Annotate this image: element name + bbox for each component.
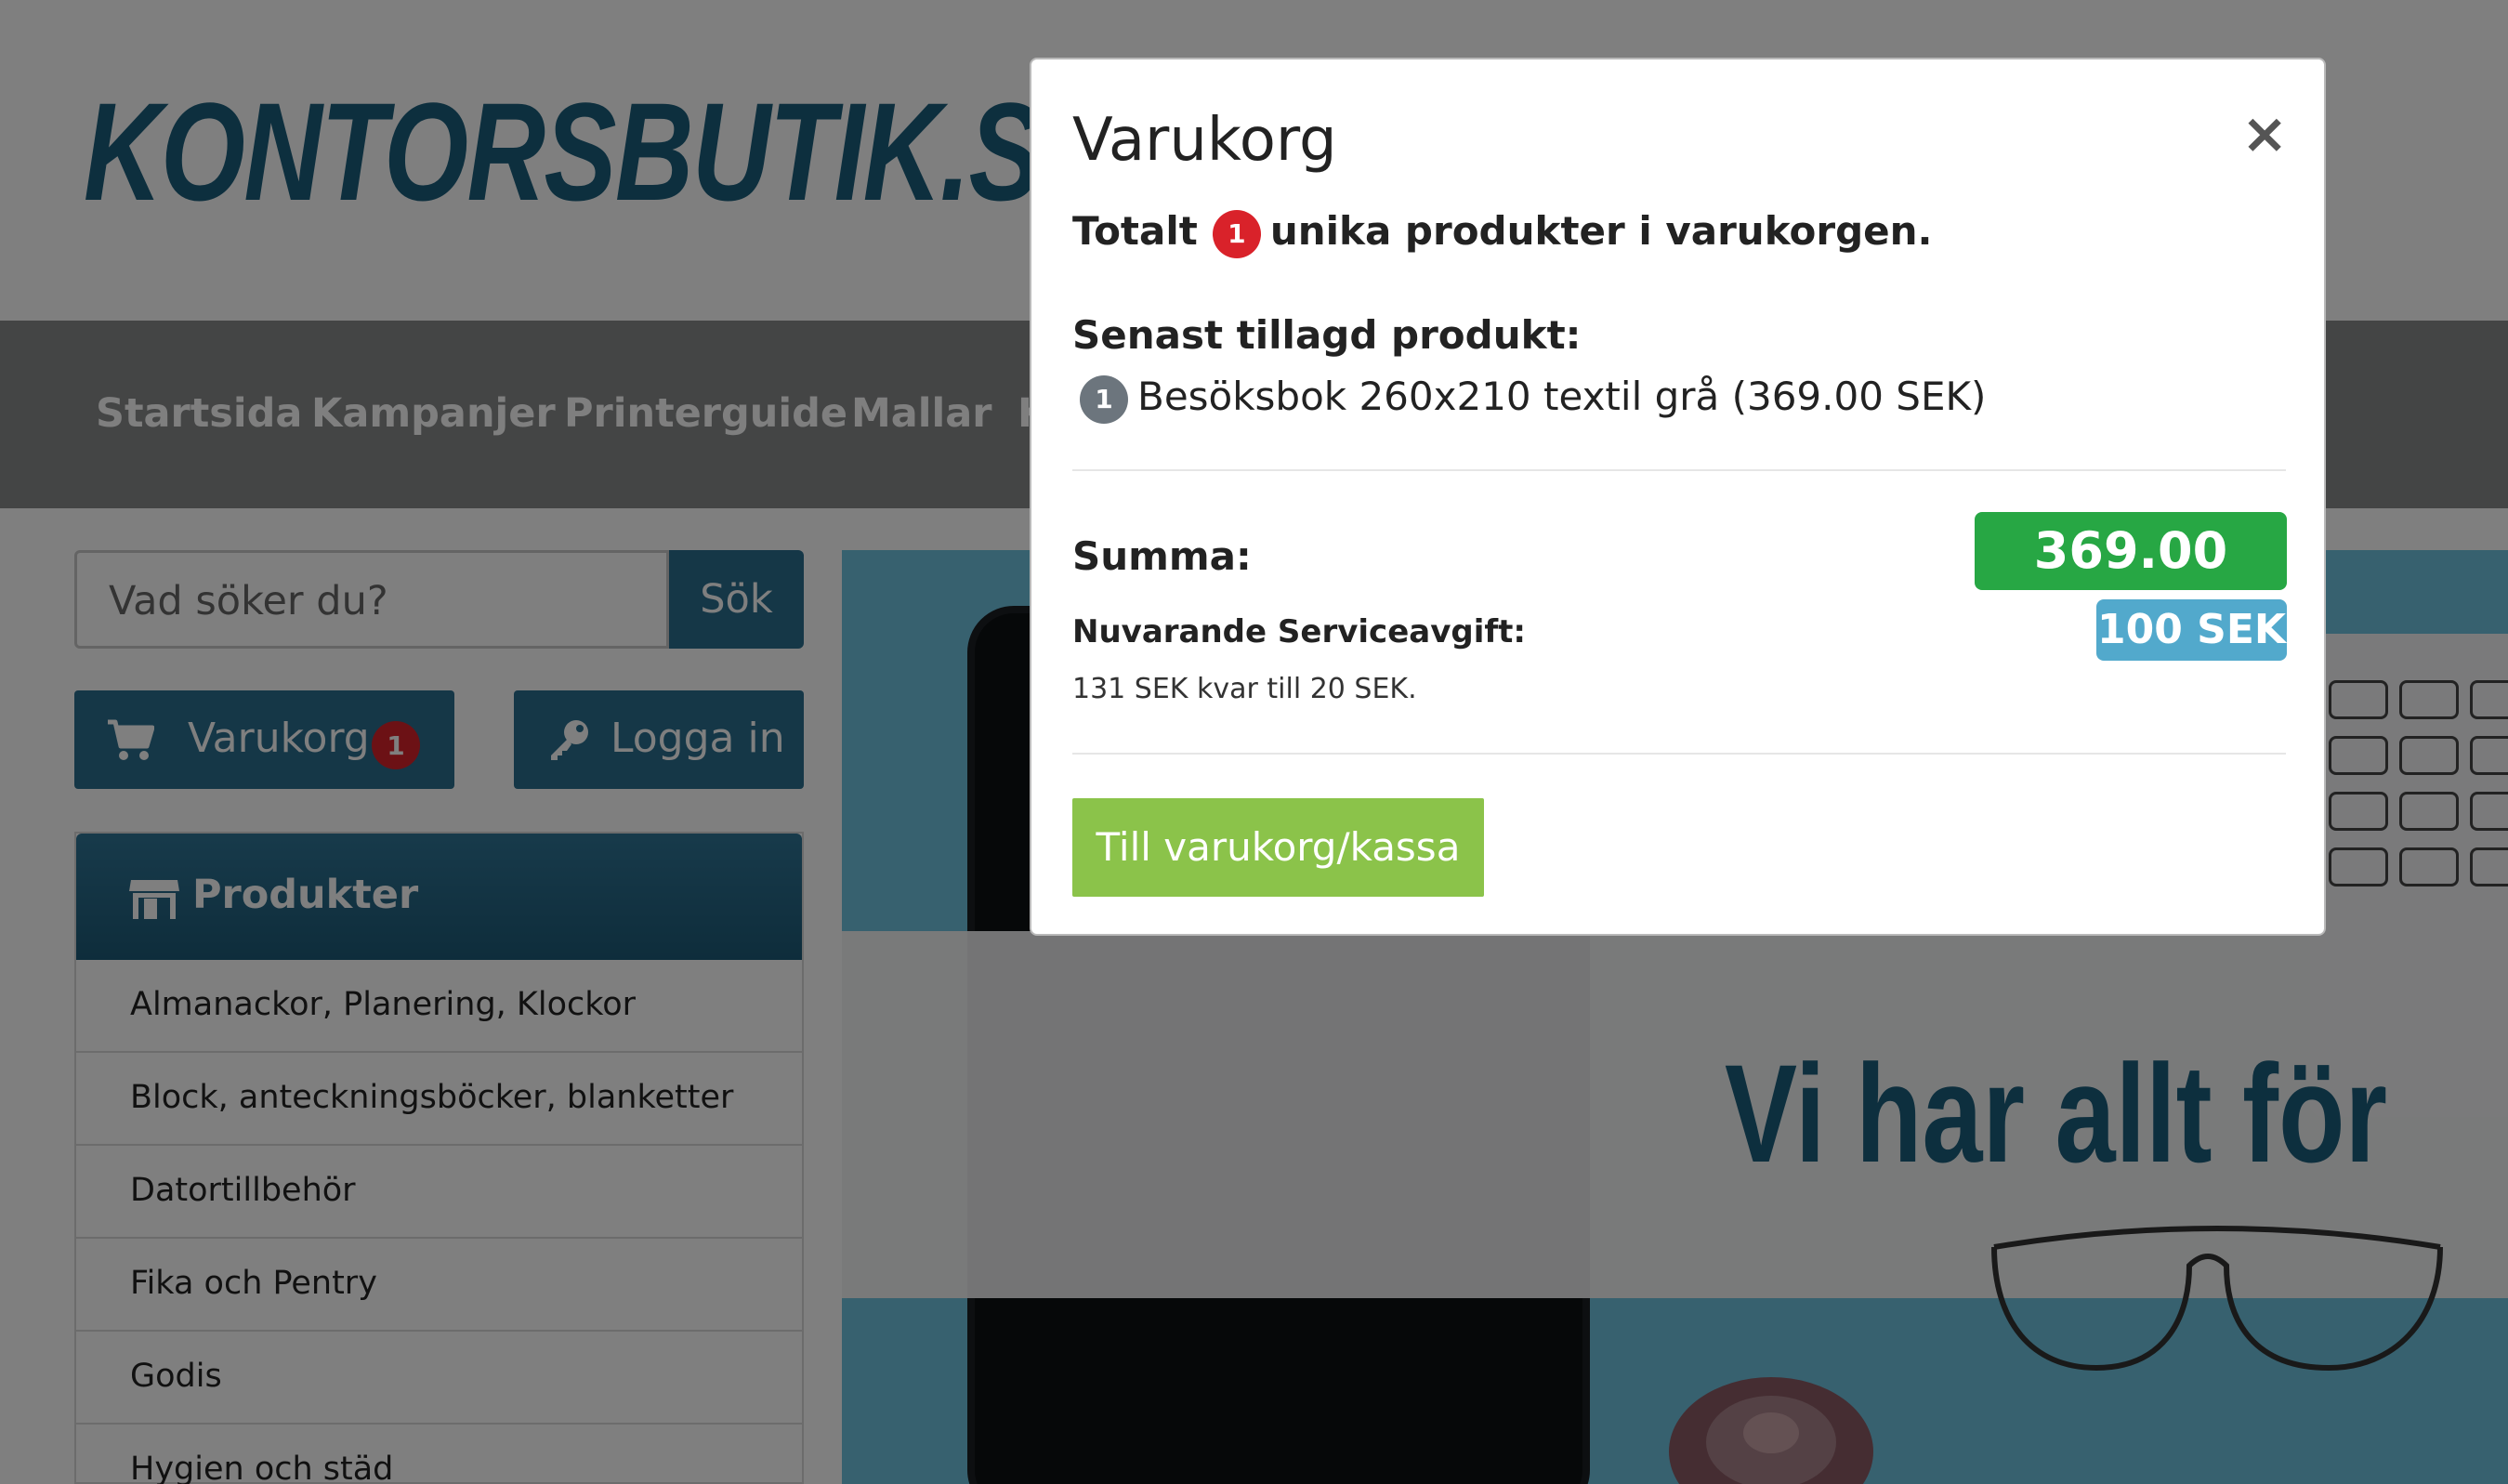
total-prefix: Totalt [1072, 208, 1198, 254]
sum-value-badge: 369.00 SEK [1975, 512, 2287, 658]
divider [1072, 469, 2286, 471]
cart-modal: Varukorg × Totalt 1 unika produkter i varu… [1030, 58, 2326, 936]
divider [1072, 753, 2286, 755]
checkout-button[interactable]: Till varukorg/kassa [1072, 798, 1484, 897]
latest-product-item: 1 Besöksbok 260x210 textil grå (369.00 SE… [1080, 374, 1986, 424]
total-suffix: unika produkter i varukorgen. [1269, 208, 1933, 254]
modal-title: Varukorg [1072, 106, 1337, 175]
latest-product-name: Besöksbok 260x210 textil grå (369.00 SEK… [1137, 374, 1987, 419]
service-fee-label: Nuvarande Serviceavgift: [1072, 613, 1527, 650]
sum-label: Summa: [1072, 533, 1252, 579]
latest-product-label: Senast tillagd produkt: [1072, 312, 1582, 358]
close-icon[interactable]: × [2241, 106, 2288, 162]
service-fee-note: 131 SEK kvar till 20 SEK. [1072, 673, 1417, 705]
service-fee-badge: 100 SEK [2096, 599, 2287, 661]
cart-total-line: Totalt 1 unika produkter i varukorgen. [1072, 208, 1932, 258]
unique-count-badge: 1 [1212, 209, 1261, 258]
latest-qty-badge: 1 [1080, 374, 1128, 424]
